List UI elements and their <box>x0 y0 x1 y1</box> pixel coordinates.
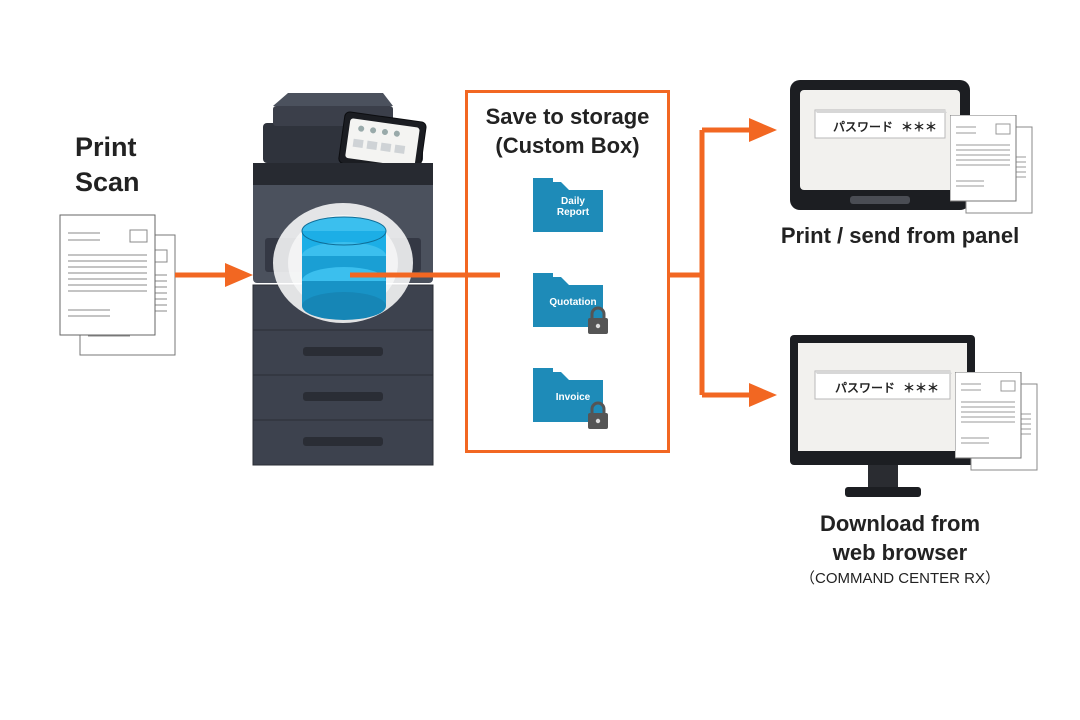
storage-title-line1: Save to storage <box>468 103 667 132</box>
storage-title-line2: (Custom Box) <box>468 132 667 161</box>
browser-caption: Download from web browser （COMMAND CENTE… <box>770 510 1030 589</box>
folder-label-daily-report: Daily Report <box>546 196 600 218</box>
document-stack-icon <box>45 210 195 360</box>
panel-password-label: パスワード <box>833 118 893 135</box>
folder-label-invoice: Invoice <box>546 391 600 404</box>
panel-doc-icon <box>950 115 1050 225</box>
panel-password-strip: パスワード ＊＊＊ <box>824 118 946 135</box>
monitor-password-label: パスワード <box>835 379 895 396</box>
panel-caption: Print / send from panel <box>770 222 1030 251</box>
storage-title: Save to storage (Custom Box) <box>468 103 667 160</box>
print-label: Print <box>75 130 140 165</box>
folder-label-quotation: Quotation <box>546 296 600 309</box>
browser-caption-line2: web browser <box>770 539 1030 568</box>
monitor-password-mask: ＊＊＊ <box>903 379 939 396</box>
browser-caption-sub: （COMMAND CENTER RX） <box>770 569 1030 589</box>
diagram-stage: { "left_label": { "line1": "Print", "lin… <box>0 0 1080 720</box>
arrow-branch-icon <box>667 112 787 422</box>
scan-label: Scan <box>75 165 140 200</box>
browser-caption-line1: Download from <box>770 510 1030 539</box>
panel-password-mask: ＊＊＊ <box>901 118 937 135</box>
print-scan-label: Print Scan <box>75 130 140 200</box>
monitor-password-strip: パスワード ＊＊＊ <box>822 379 952 396</box>
monitor-doc-icon <box>955 372 1055 482</box>
